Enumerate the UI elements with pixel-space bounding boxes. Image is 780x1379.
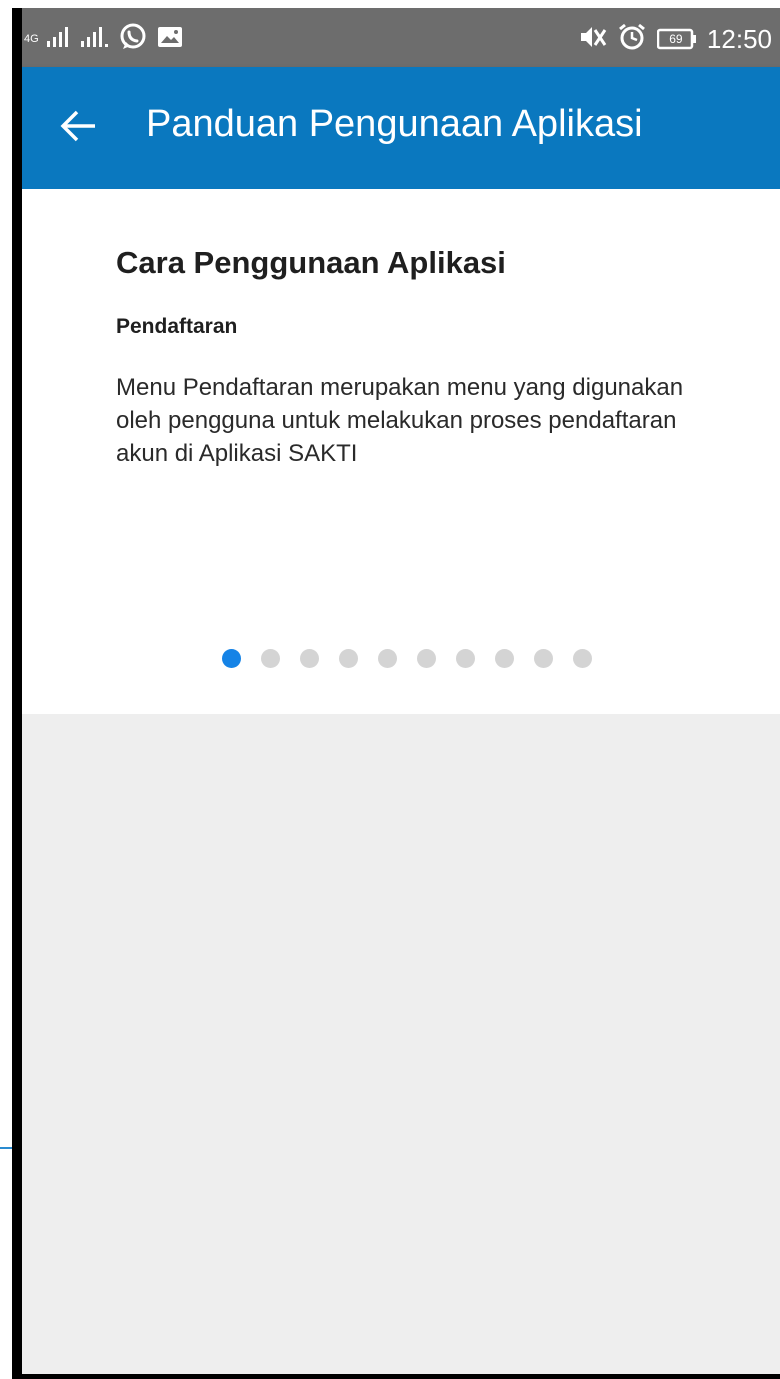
whatsapp-icon [118, 22, 148, 57]
page-dot[interactable] [300, 649, 319, 668]
battery-level-text: 69 [669, 32, 683, 46]
back-button[interactable] [52, 101, 106, 155]
top-strip [0, 0, 780, 8]
section-body: Menu Pendaftaran merupakan menu yang dig… [116, 374, 684, 467]
status-time: 12:50 [706, 23, 772, 54]
section-heading: Pendaftaran [116, 315, 238, 338]
app-bar: Panduan Pengunaan Aplikasi [22, 67, 780, 189]
page-title: Panduan Pengunaan Aplikasi [146, 103, 643, 145]
image-icon [156, 25, 184, 54]
page-dot[interactable] [534, 649, 553, 668]
guide-title: Cara Penggunaan Aplikasi [116, 245, 506, 280]
status-right: 69 12:50 [577, 21, 772, 57]
side-line [0, 1147, 12, 1149]
page-indicator [222, 649, 592, 668]
status-left: 4G [24, 21, 184, 57]
page-dot-active[interactable] [222, 649, 241, 668]
page-dot[interactable] [495, 649, 514, 668]
signal-icon [80, 26, 110, 53]
page-dot[interactable] [417, 649, 436, 668]
alarm-icon [617, 22, 647, 57]
screen: 4G 69 12:50 Panduan Pengunaan Aplikasi C… [22, 8, 780, 1374]
battery-icon: 69 [656, 28, 697, 50]
mute-icon [577, 23, 607, 56]
page-dot[interactable] [339, 649, 358, 668]
guide-card: Cara Penggunaan Aplikasi Pendaftaran Men… [22, 189, 780, 714]
page-dot[interactable] [261, 649, 280, 668]
network-type-label: 4G [24, 33, 39, 45]
page-dot[interactable] [573, 649, 592, 668]
arrow-left-icon [59, 108, 99, 149]
status-bar: 4G 69 12:50 [22, 8, 780, 67]
signal-icon [46, 26, 72, 53]
phone-frame: 4G 69 12:50 Panduan Pengunaan Aplikasi C… [12, 8, 780, 1379]
page-dot[interactable] [378, 649, 397, 668]
page-dot[interactable] [456, 649, 475, 668]
